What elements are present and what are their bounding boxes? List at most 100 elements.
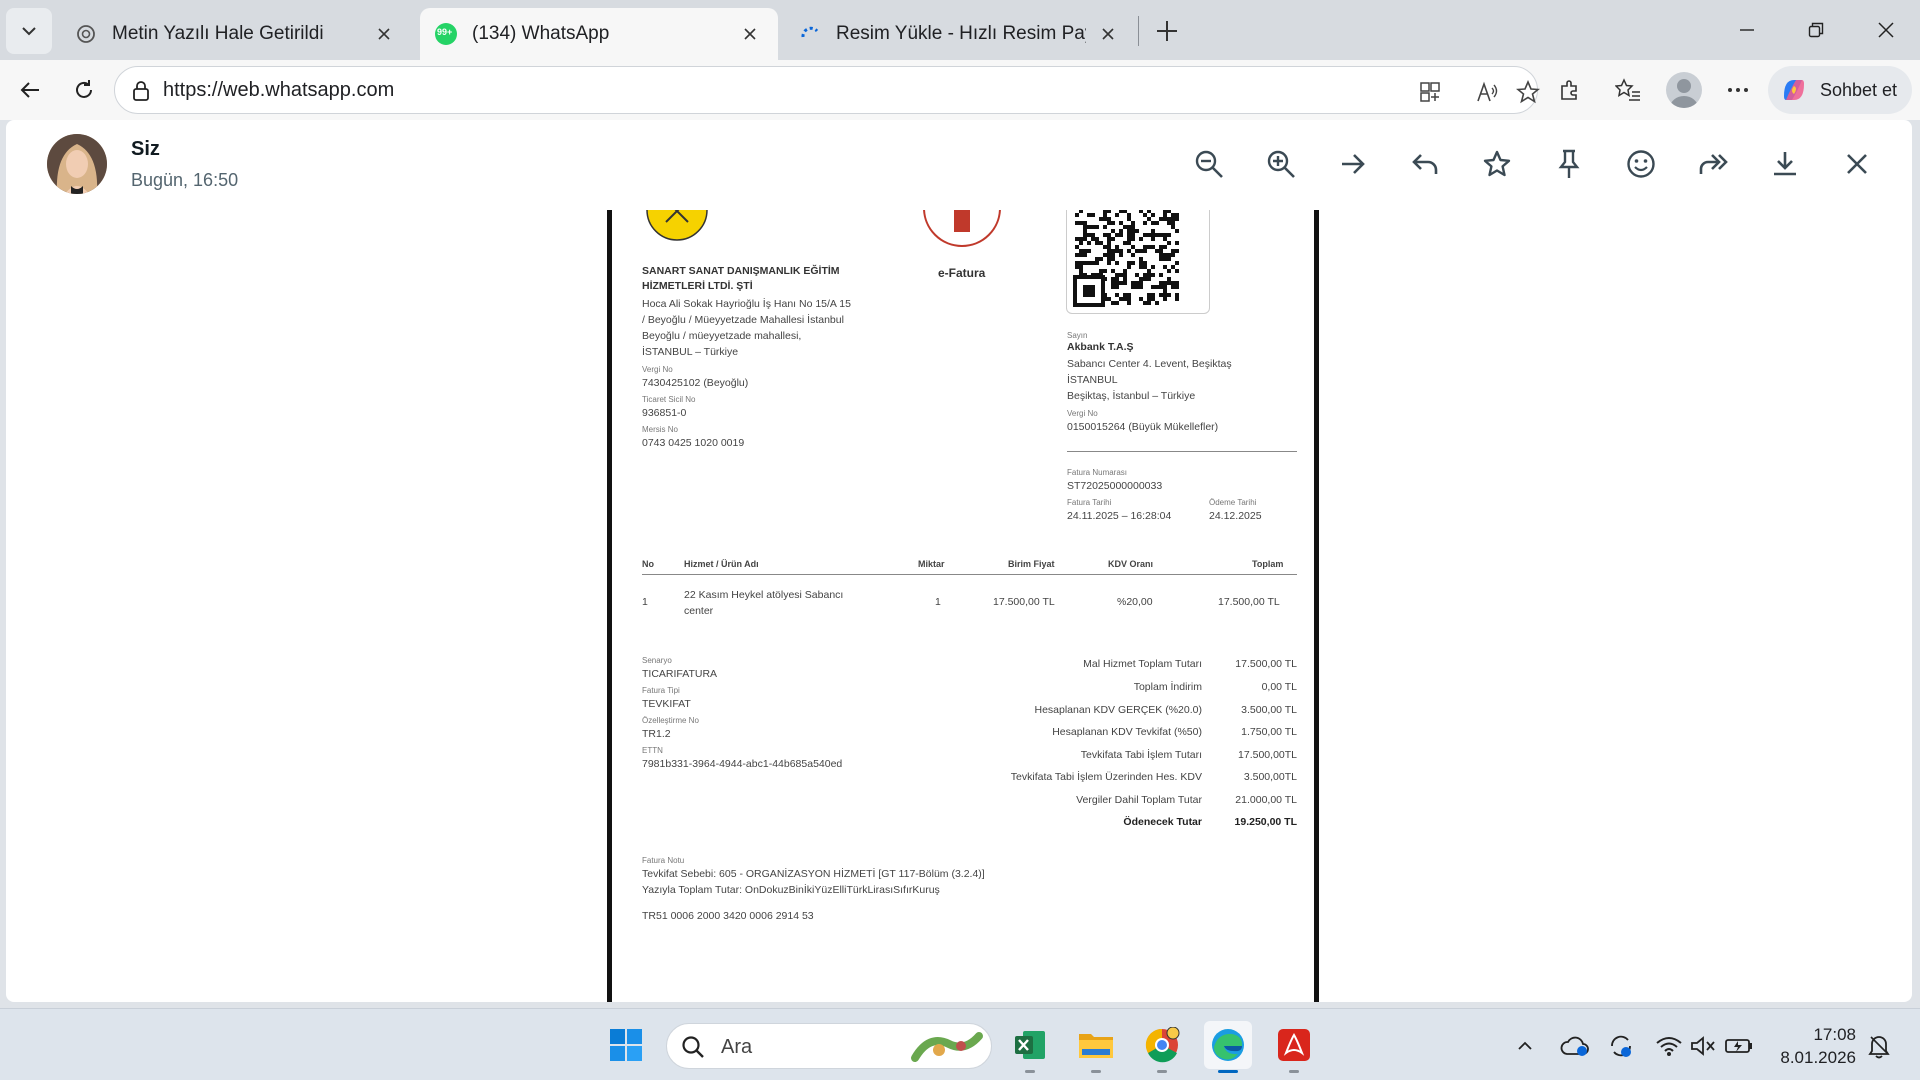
react-button[interactable]: [1621, 144, 1661, 184]
tray-wifi[interactable]: [1654, 1031, 1684, 1061]
minimize-button[interactable]: [1723, 10, 1771, 50]
edge-icon: [1212, 1029, 1244, 1061]
forward-button[interactable]: [1693, 144, 1733, 184]
buyer-name: Akbank T.A.Ş: [1067, 341, 1134, 353]
row-product-2: center: [684, 605, 714, 617]
extensions-button[interactable]: [1550, 70, 1590, 110]
summary-row: Vergiler Dahil Toplam Tutar 21.000,00 TL: [912, 794, 1297, 816]
tray-volume[interactable]: [1688, 1031, 1718, 1061]
chrome-icon: [1145, 1027, 1180, 1063]
copilot-chat-button[interactable]: Sohbet et: [1768, 66, 1912, 114]
back-button[interactable]: [10, 70, 50, 110]
summary-row: Toplam İndirim 0,00 TL: [912, 681, 1297, 703]
seller-address: İSTANBUL – Türkiye: [642, 346, 739, 358]
tab-resim-yukle[interactable]: Resim Yükle - Hızlı Resim Paylaş - İ: [784, 8, 1136, 60]
taskbar-chrome[interactable]: [1138, 1021, 1186, 1073]
favorite-star-icon[interactable]: [1513, 77, 1543, 107]
address-bar[interactable]: https://web.whatsapp.com: [114, 66, 1540, 114]
url-text[interactable]: https://web.whatsapp.com: [163, 79, 394, 102]
pin-icon: [1558, 149, 1580, 178]
divider: [1067, 451, 1297, 452]
taskbar-file-explorer[interactable]: [1072, 1021, 1120, 1073]
customization-label: Özelleştirme No: [642, 716, 699, 725]
payment-date: 24.12.2025: [1209, 510, 1262, 522]
summary-label: Hesaplanan KDV GERÇEK (%20.0): [1034, 704, 1203, 716]
tab-close-button[interactable]: [1094, 20, 1122, 48]
invoice-type: TEVKIFAT: [642, 698, 691, 710]
col-header-quantity: Miktar: [918, 559, 945, 569]
notifications-button[interactable]: [1864, 1031, 1894, 1061]
summary-row: Tevkifata Tabi İşlem Tutarı 17.500,00TL: [912, 749, 1297, 771]
star-icon: [1483, 150, 1511, 177]
emoji-icon: [1627, 150, 1655, 178]
clock-time: 17:08: [1813, 1025, 1856, 1044]
restore-button[interactable]: [1792, 10, 1840, 50]
tray-onedrive[interactable]: [1560, 1031, 1590, 1061]
download-icon: [1774, 152, 1796, 176]
taskbar-clock[interactable]: 17:08 8.01.2026: [1766, 1023, 1856, 1069]
clock-date: 8.01.2026: [1780, 1048, 1856, 1067]
invoice-number: ST72025000000033: [1067, 480, 1163, 492]
summary-total-row: Ödenecek Tutar 19.250,00 TL: [912, 816, 1297, 838]
taskbar-acrobat[interactable]: [1270, 1021, 1318, 1073]
download-button[interactable]: [1765, 144, 1805, 184]
new-tab-button[interactable]: [1150, 14, 1184, 48]
arrow-right-icon: [1342, 154, 1365, 174]
scenario: TICARIFATURA: [642, 668, 718, 680]
col-header-total: Toplam: [1252, 559, 1284, 569]
col-header-unit-price: Birim Fiyat: [1008, 559, 1055, 569]
tab-actions-menu-button[interactable]: [6, 8, 52, 54]
message-timestamp: Bugün, 16:50: [131, 170, 239, 190]
sync-icon: [1611, 1035, 1631, 1057]
start-button[interactable]: [602, 1021, 650, 1069]
summary-label: Tevkifata Tabi İşlem Üzerinden Hes. KDV: [1010, 771, 1202, 783]
efatura-label: e-Fatura: [938, 266, 986, 280]
media-viewer-header: Siz Bugün, 16:50: [6, 120, 1912, 210]
row-product: 22 Kasım Heykel atölyesi Sabancı: [684, 589, 844, 601]
taskbar-excel[interactable]: [1006, 1021, 1054, 1073]
zoom-in-button[interactable]: [1261, 144, 1301, 184]
seller-name-2: HİZMETLERİ LTDİ. ŞTİ: [642, 280, 753, 292]
summary-value: 3.500,00 TL: [1241, 704, 1297, 716]
taskbar-edge[interactable]: [1204, 1021, 1252, 1073]
app-available-icon[interactable]: [1415, 77, 1445, 107]
tray-sync[interactable]: [1606, 1031, 1636, 1061]
go-to-message-button[interactable]: [1333, 144, 1373, 184]
summary-value: 0,00 TL: [1261, 681, 1297, 693]
tab-title: Metin Yazılı Hale Getirildi: [112, 23, 324, 44]
close-viewer-button[interactable]: [1837, 144, 1877, 184]
favorites-button[interactable]: [1608, 70, 1648, 110]
tab-chatgpt[interactable]: Metin Yazılı Hale Getirildi: [60, 8, 412, 60]
profile-avatar[interactable]: [1666, 72, 1702, 108]
lock-icon[interactable]: [129, 79, 153, 103]
refresh-button[interactable]: [64, 70, 104, 110]
refresh-icon: [76, 80, 92, 98]
summary-value: 3.500,00TL: [1243, 771, 1297, 783]
reply-button[interactable]: [1405, 144, 1445, 184]
show-hidden-icons-button[interactable]: [1510, 1031, 1540, 1061]
row-no: 1: [642, 596, 648, 608]
star-button[interactable]: [1477, 144, 1517, 184]
zoom-out-button[interactable]: [1189, 144, 1229, 184]
tab-whatsapp[interactable]: 99+ (134) WhatsApp: [420, 8, 778, 60]
invoice-date: 24.11.2025 – 16:28:04: [1067, 510, 1172, 522]
browser-toolbar: https://web.whatsapp.com Sohbet et: [0, 60, 1920, 120]
taskbar-search[interactable]: Ara: [666, 1023, 992, 1069]
close-window-button[interactable]: [1862, 10, 1910, 50]
puzzle-icon: [1561, 80, 1577, 100]
tab-close-button[interactable]: [736, 20, 764, 48]
tab-close-button[interactable]: [370, 20, 398, 48]
close-icon: [1878, 22, 1894, 38]
tab-badge: 99+: [437, 27, 453, 37]
invoice-image[interactable]: e-Fatura SANART SANAT DANIŞMANLIK EĞİTİM…: [607, 210, 1319, 1002]
tray-battery[interactable]: [1724, 1031, 1754, 1061]
buyer-address: İSTANBUL: [1067, 374, 1118, 386]
more-menu-button[interactable]: [1718, 70, 1758, 110]
sender-avatar[interactable]: [47, 134, 107, 194]
pin-button[interactable]: [1549, 144, 1589, 184]
read-aloud-icon[interactable]: [1473, 77, 1503, 107]
zoom-in-icon: [1267, 150, 1295, 178]
summary-value: 1.750,00 TL: [1241, 726, 1297, 738]
summary-label: Vergiler Dahil Toplam Tutar: [1076, 794, 1202, 806]
running-indicator: [1157, 1070, 1167, 1073]
